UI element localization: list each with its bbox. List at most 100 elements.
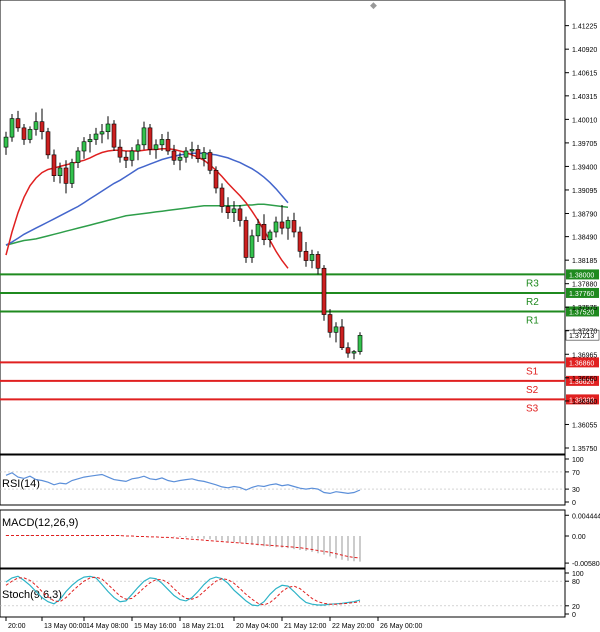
level-name-r1: R1: [526, 315, 539, 326]
candle: [321, 265, 327, 321]
price-tick-label: 1.35750: [572, 446, 597, 453]
candle-body-down: [111, 123, 117, 148]
candle-body-down: [291, 220, 297, 233]
candle-body-up: [81, 141, 87, 152]
candle-body-down: [303, 250, 309, 261]
level-name-r3: R3: [526, 278, 539, 289]
candle-body-down: [327, 314, 333, 333]
candle-body-up: [267, 231, 273, 241]
price-tick-label: 1.36660: [572, 376, 597, 383]
candle-body-down: [315, 254, 321, 269]
stoch-tick-label: 100: [572, 571, 584, 578]
candle-body-up: [93, 133, 99, 140]
time-tick-label: 14 May 08:00: [86, 623, 129, 630]
price-tick-label: 1.40615: [572, 71, 597, 78]
level-price-label: 1.36860: [569, 360, 594, 367]
time-tick-label: 22 May 20:00: [332, 623, 375, 630]
price-tick-label: 1.39400: [572, 164, 597, 171]
price-tick-label: 1.39705: [572, 141, 597, 148]
candle: [357, 332, 363, 355]
candle-body-down: [219, 187, 225, 207]
candle-body-up: [201, 152, 207, 160]
candle-body-down: [171, 150, 177, 161]
candle-body-up: [69, 162, 75, 184]
candle-body-down: [63, 167, 69, 184]
time-tick-label: 13 May 00:00: [44, 623, 87, 630]
price-tick-label: 1.37880: [572, 282, 597, 289]
macd-label: MACD(12,26,9): [2, 517, 78, 529]
candle-body-down: [225, 206, 231, 214]
macd-tick-label: 0.004444: [572, 513, 600, 520]
time-tick-label: 21 May 12:00: [284, 623, 327, 630]
candle-body-up: [177, 156, 183, 161]
price-tick-label: 1.37575: [572, 305, 597, 312]
level-price-label: 1.38000: [569, 272, 594, 279]
candle-body-up: [309, 254, 315, 261]
stoch-tick-label: 80: [572, 579, 580, 586]
candle-body-up: [33, 121, 39, 130]
price-tick-label: 1.39095: [572, 188, 597, 195]
candle-body-up: [273, 221, 279, 233]
candle-body-up: [357, 335, 363, 352]
time-tick-label: 26 May 00:00: [380, 623, 423, 630]
rsi-tick-label: 70: [572, 470, 580, 477]
rsi-label: RSI(14): [2, 478, 40, 490]
candle-body-up: [285, 220, 291, 229]
macd-tick-label: 0.00: [572, 534, 586, 541]
stoch-tick-label: 20: [572, 604, 580, 611]
price-tick-label: 1.38790: [572, 211, 597, 218]
price-tick-label: 1.37270: [572, 329, 597, 336]
candle-body-up: [351, 351, 357, 354]
candle: [69, 158, 75, 189]
price-tick-label: 1.36360: [572, 399, 597, 406]
price-tick-label: 1.41225: [572, 24, 597, 31]
time-tick-label: 20 May 04:00: [236, 623, 279, 630]
price-tick-label: 1.40315: [572, 94, 597, 101]
forex-chart: R31.38000R21.37760R11.37520S11.36860S21.…: [0, 0, 600, 632]
candle-body-down: [21, 127, 27, 140]
scroll-marker-icon: ◆: [370, 0, 377, 10]
time-tick-label: 18 May 21:01: [182, 623, 225, 630]
level-price-label: 1.37760: [569, 291, 594, 298]
candle-body-up: [255, 223, 261, 237]
price-tick-label: 1.36965: [572, 352, 597, 359]
candle-body-down: [147, 127, 153, 150]
price-tick-label: 1.40010: [572, 117, 597, 124]
candle: [45, 127, 51, 159]
candle-body-down: [123, 156, 129, 161]
price-tick-label: 1.38490: [572, 235, 597, 242]
candle-body-down: [165, 139, 171, 152]
candle-body-down: [345, 347, 351, 354]
candle-body-down: [279, 221, 285, 229]
candle: [243, 216, 249, 263]
candle-body-up: [231, 208, 237, 214]
candle-body-up: [3, 136, 9, 148]
candle-body-up: [57, 167, 63, 176]
candle-body-down: [51, 154, 57, 176]
candle-body-down: [39, 121, 45, 133]
price-tick-label: 1.38185: [572, 258, 597, 265]
price-tick-label: 1.36055: [572, 422, 597, 429]
rsi-tick-label: 100: [572, 457, 584, 464]
candle-body-up: [183, 150, 189, 158]
level-name-s1: S1: [526, 366, 539, 377]
candle-body-down: [213, 169, 219, 189]
price-tick-label: 1.40920: [572, 47, 597, 54]
time-tick-label: 20:00: [8, 623, 26, 630]
candle-body-down: [15, 118, 21, 129]
candle-body-up: [249, 235, 255, 258]
candle-body-up: [129, 150, 135, 161]
candle-body-up: [105, 123, 111, 133]
candle-body-down: [45, 131, 51, 156]
candle-body-down: [195, 149, 201, 160]
candle-body-up: [87, 139, 93, 143]
candle-body-up: [159, 139, 165, 146]
candle-body-up: [99, 131, 105, 135]
candle-body-up: [27, 129, 33, 140]
candle-body-up: [135, 144, 141, 152]
time-tick-label: 15 May 16:00: [134, 623, 177, 630]
rsi-tick-label: 0: [572, 500, 576, 507]
rsi-tick-label: 30: [572, 487, 580, 494]
candle-body-up: [153, 144, 159, 150]
candle-body-up: [141, 127, 147, 146]
